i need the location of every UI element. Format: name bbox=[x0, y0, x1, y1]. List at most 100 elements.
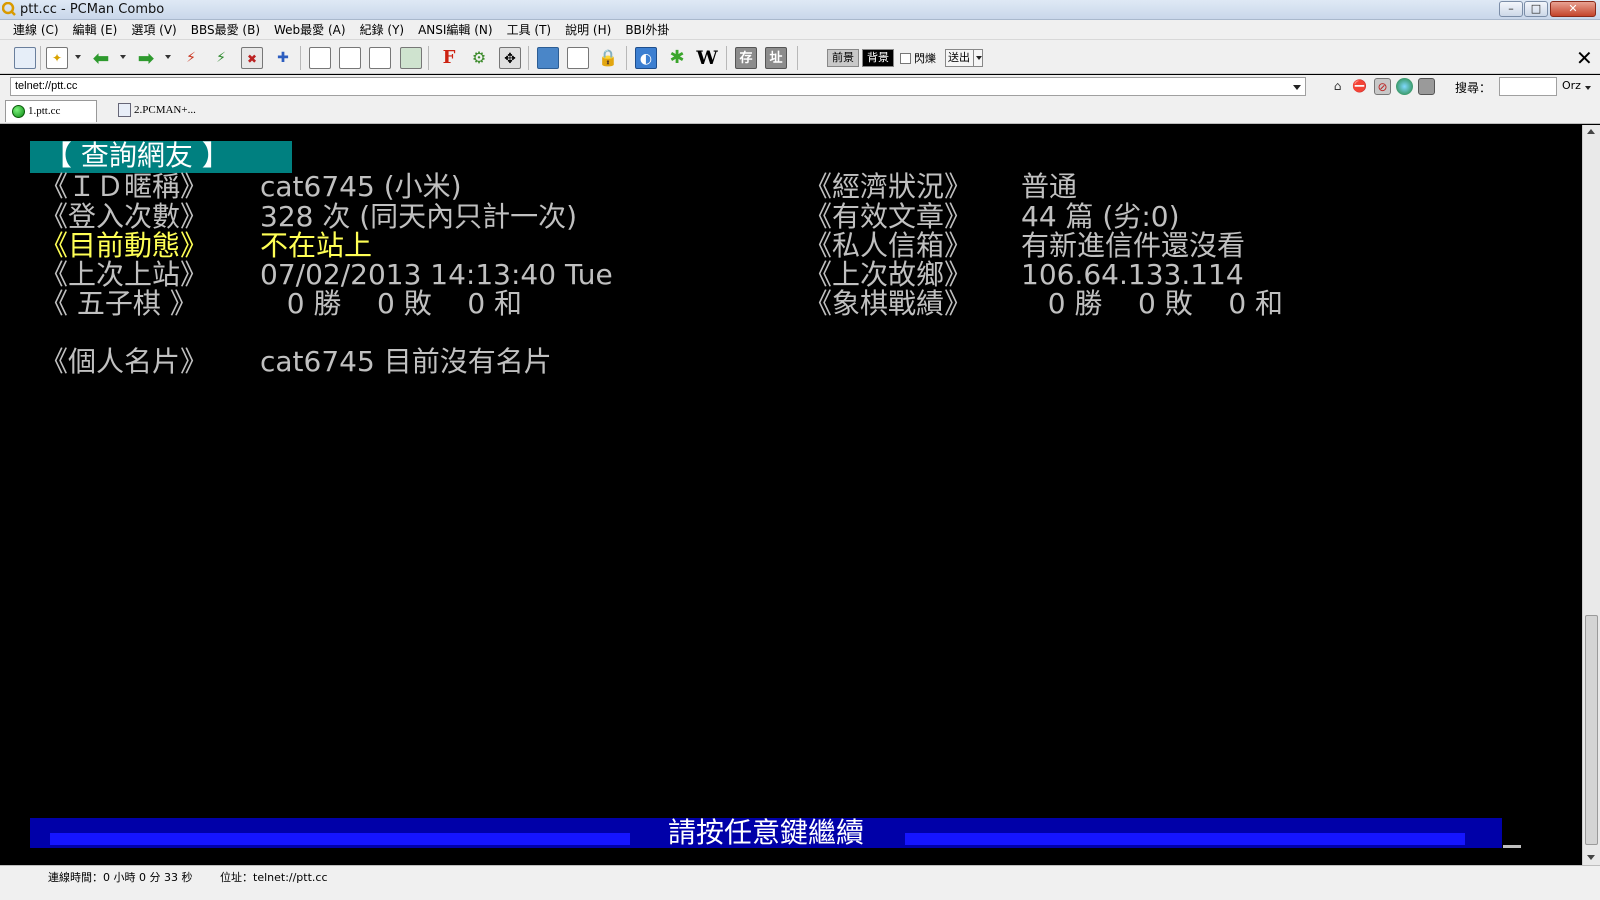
foreground-color-button[interactable]: 前景 bbox=[827, 49, 859, 67]
copy-article-icon[interactable] bbox=[369, 47, 391, 69]
tab-ptt[interactable]: 1.ptt.cc bbox=[5, 100, 97, 122]
address-bar: telnet://ptt.cc ⌂ ⛔ ⊘ 搜尋： Orz bbox=[0, 75, 1600, 98]
terminal-scrollbar[interactable] bbox=[1582, 125, 1600, 865]
search-label: 搜尋： bbox=[1455, 81, 1492, 95]
menu-help[interactable]: 說明 (H) bbox=[558, 21, 618, 38]
economy-value: 普通 bbox=[1021, 170, 1078, 203]
bbs-terminal[interactable]: 【 查詢網友 】 《ＩＤ暱稱》 cat6745 (小米) 《經濟狀況》 普通 《… bbox=[0, 125, 1582, 865]
toolbar-separator bbox=[300, 46, 301, 70]
new-connection-icon[interactable]: ✦ bbox=[46, 47, 68, 69]
toolbar-separator bbox=[626, 46, 627, 70]
lock-icon[interactable]: 🔒 bbox=[597, 47, 619, 69]
save-text-icon[interactable]: 存 bbox=[735, 47, 757, 69]
window-icon[interactable] bbox=[1418, 78, 1435, 95]
screenshot-icon[interactable] bbox=[400, 47, 422, 69]
send-dropdown-icon[interactable] bbox=[973, 49, 983, 67]
address-book-icon[interactable] bbox=[14, 47, 36, 69]
id-label: 《ＩＤ暱稱》 bbox=[40, 170, 209, 203]
back-dropdown-icon[interactable] bbox=[120, 55, 126, 59]
menu-options[interactable]: 選項 (V) bbox=[124, 21, 183, 38]
posts-label: 《有效文章》 bbox=[804, 200, 973, 233]
maximize-button[interactable]: □ bbox=[1524, 1, 1548, 17]
address-text-icon[interactable]: 址 bbox=[765, 47, 787, 69]
disconnect-icon[interactable]: ⚡ bbox=[180, 47, 202, 69]
window-title: ptt.cc - PCMan Combo bbox=[20, 2, 165, 17]
add-favorite-icon[interactable]: ✚ bbox=[272, 47, 294, 69]
globe-icon[interactable] bbox=[1396, 78, 1413, 95]
tab-label: 2.PCMAN+... bbox=[134, 104, 196, 116]
minimize-button[interactable]: – bbox=[1499, 1, 1523, 17]
tab-bar: 1.ptt.cc 2.PCMAN+... bbox=[0, 98, 1600, 124]
forward-dropdown-icon[interactable] bbox=[165, 55, 171, 59]
font-icon[interactable]: F bbox=[438, 47, 460, 69]
query-user-heading: 【 查詢網友 】 bbox=[30, 141, 292, 173]
settings-gear-icon[interactable]: ⚙ bbox=[468, 47, 490, 69]
block-icon[interactable]: ⛔ bbox=[1351, 78, 1368, 95]
address-input[interactable]: telnet://ptt.cc bbox=[10, 77, 1306, 96]
tab-pcman-plus[interactable]: 2.PCMAN+... bbox=[112, 100, 207, 122]
last-ip-value: 106.64.133.114 bbox=[1021, 258, 1244, 291]
tab-label: 1.ptt.cc bbox=[28, 105, 61, 117]
menu-ansi-edit[interactable]: ANSI編輯 (N) bbox=[411, 21, 500, 38]
blink-checkbox[interactable] bbox=[900, 53, 911, 64]
new-connection-dropdown-icon[interactable] bbox=[75, 55, 81, 59]
address-dropdown-icon[interactable] bbox=[1288, 77, 1306, 96]
mailbox-value: 有新進信件還沒看 bbox=[1021, 229, 1246, 262]
page-icon bbox=[118, 103, 131, 117]
orz-search-button[interactable]: Orz bbox=[1562, 79, 1581, 92]
stop-icon[interactable]: ⊘ bbox=[1374, 78, 1391, 95]
menu-bbs-favorites[interactable]: BBS最愛 (B) bbox=[184, 21, 267, 38]
toolbar-separator bbox=[726, 46, 727, 70]
terminal-cursor bbox=[1503, 845, 1521, 848]
fullscreen-icon[interactable]: ✥ bbox=[499, 47, 521, 69]
title-bar: ptt.cc - PCMan Combo – □ ✕ bbox=[0, 0, 1600, 20]
scroll-up-arrow-icon[interactable] bbox=[1587, 129, 1595, 134]
status-address: 位址：telnet://ptt.cc bbox=[220, 871, 328, 884]
logins-label: 《登入次數》 bbox=[40, 200, 209, 233]
close-tab-icon[interactable]: ✕ bbox=[1576, 46, 1593, 70]
pcman-app-icon bbox=[2, 2, 16, 16]
close-connection-icon[interactable]: ✖ bbox=[241, 47, 263, 69]
search-icon[interactable]: ◐ bbox=[635, 47, 657, 69]
orz-dropdown-icon[interactable] bbox=[1585, 86, 1591, 90]
reconnect-icon[interactable]: ⚡ bbox=[210, 47, 232, 69]
ansi-color-icon[interactable] bbox=[567, 47, 589, 69]
back-arrow-icon[interactable]: ⬅ bbox=[90, 47, 112, 69]
toolbar-separator bbox=[40, 46, 41, 70]
blink-label: 閃爍 bbox=[914, 52, 936, 65]
last-ip-label: 《上次故鄉》 bbox=[804, 258, 973, 291]
view-icon[interactable] bbox=[537, 47, 559, 69]
connection-time: 連線時間：0 小時 0 分 33 秒 bbox=[48, 871, 193, 884]
posts-value: 44 篇 (劣:0) bbox=[1021, 200, 1180, 233]
toolbar-separator bbox=[797, 46, 798, 70]
menu-history[interactable]: 紀錄 (Y) bbox=[353, 21, 412, 38]
menu-bbi-plugin[interactable]: BBI外掛 bbox=[618, 21, 676, 38]
search-input[interactable] bbox=[1499, 77, 1557, 96]
forward-arrow-icon[interactable]: ➡ bbox=[135, 47, 157, 69]
toolbar-separator bbox=[428, 46, 429, 70]
scroll-thumb[interactable] bbox=[1585, 615, 1598, 845]
chess-label: 《象棋戰績》 bbox=[804, 287, 973, 320]
menu-tools[interactable]: 工具 (T) bbox=[500, 21, 559, 38]
clover-icon[interactable]: ✱ bbox=[666, 47, 688, 69]
menu-connection[interactable]: 連線 (C) bbox=[6, 21, 66, 38]
menu-edit[interactable]: 編輯 (E) bbox=[66, 21, 125, 38]
economy-label: 《經濟狀況》 bbox=[804, 170, 973, 203]
close-window-button[interactable]: ✕ bbox=[1550, 1, 1596, 17]
scroll-down-arrow-icon[interactable] bbox=[1587, 855, 1595, 860]
press-any-key-bar[interactable]: 請按任意鍵繼續 bbox=[30, 818, 1502, 848]
gomoku-value: 0 勝 0 敗 0 和 bbox=[260, 287, 523, 320]
toolbar: ✦ ⬅ ➡ ⚡ ⚡ ✖ ✚ F ⚙ ✥ 🔒 ◐ ✱ W 存 址 前景 背景 閃爍… bbox=[0, 40, 1600, 74]
card-label: 《個人名片》 bbox=[40, 345, 209, 378]
copy-icon[interactable] bbox=[309, 47, 331, 69]
chess-value: 0 勝 0 敗 0 和 bbox=[1021, 287, 1284, 320]
paste-icon[interactable] bbox=[339, 47, 361, 69]
wikipedia-icon[interactable]: W bbox=[696, 47, 718, 69]
connected-status-icon bbox=[12, 105, 25, 118]
home-icon[interactable]: ⌂ bbox=[1329, 78, 1346, 95]
background-color-button[interactable]: 背景 bbox=[862, 49, 894, 67]
status-bar: 連線時間：0 小時 0 分 33 秒 位址：telnet://ptt.cc bbox=[0, 865, 1600, 900]
logins-value: 328 次 (同天內只計一次) bbox=[260, 200, 578, 233]
last-login-value: 07/02/2013 14:13:40 Tue bbox=[260, 258, 613, 291]
menu-web-favorites[interactable]: Web最愛 (A) bbox=[267, 21, 353, 38]
